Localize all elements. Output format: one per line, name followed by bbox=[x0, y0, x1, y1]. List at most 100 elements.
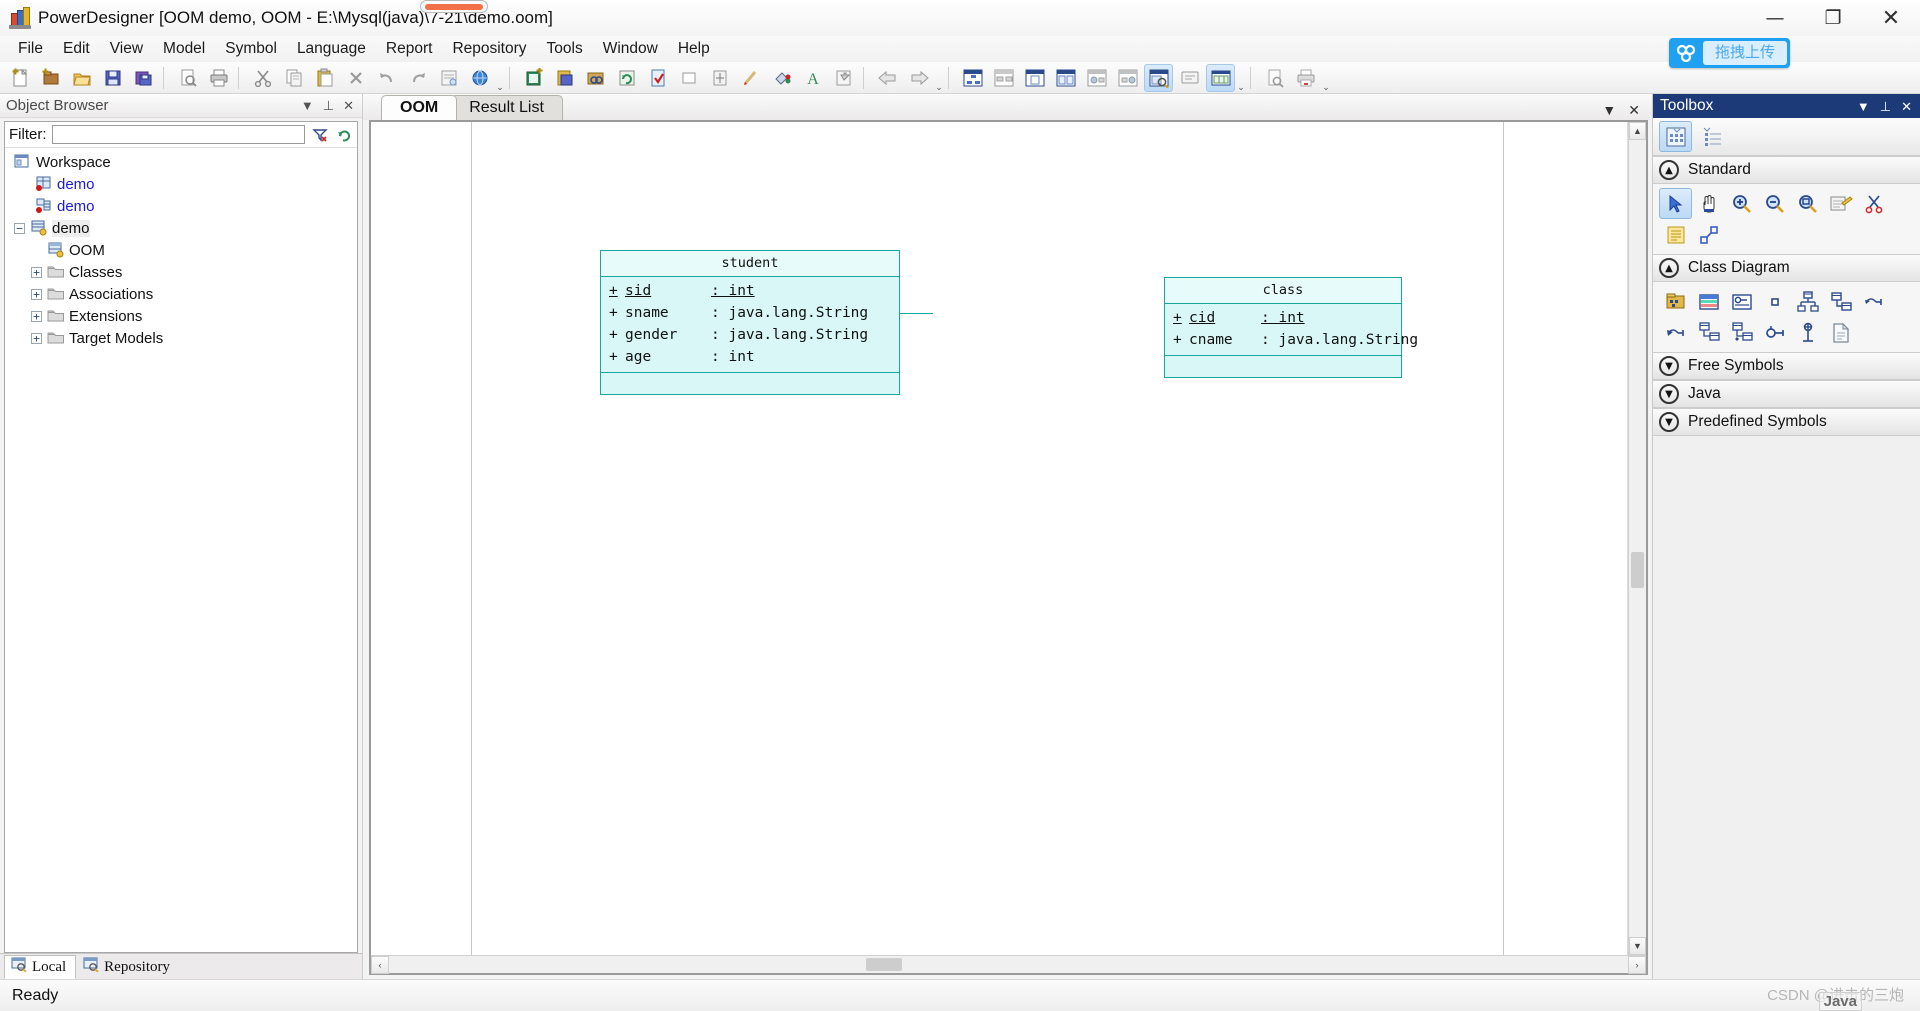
redo-icon[interactable] bbox=[403, 64, 432, 92]
scroll-down-button[interactable]: ▼ bbox=[1629, 937, 1646, 955]
package-icon[interactable] bbox=[1659, 286, 1692, 317]
print-preview-icon[interactable] bbox=[173, 64, 202, 92]
forward-icon[interactable] bbox=[904, 64, 933, 92]
clipboard-object-icon[interactable] bbox=[550, 64, 579, 92]
browser-tab-repository[interactable]: Repository bbox=[76, 955, 180, 979]
link-icon[interactable] bbox=[1692, 219, 1725, 250]
back-icon[interactable] bbox=[873, 64, 902, 92]
menu-item-window[interactable]: Window bbox=[593, 38, 668, 60]
menu-item-report[interactable]: Report bbox=[376, 38, 443, 60]
expand-expander[interactable]: + bbox=[31, 288, 42, 300]
check-model-icon[interactable] bbox=[643, 64, 672, 92]
dependency-icon[interactable] bbox=[1082, 64, 1111, 92]
diagram-tree-icon[interactable] bbox=[958, 64, 987, 92]
tree-node-demo-cdm[interactable]: demo bbox=[5, 173, 357, 195]
export-icon[interactable] bbox=[829, 64, 858, 92]
diagram-canvas[interactable]: student + sid : int + sname: java.lang.… bbox=[371, 122, 1628, 955]
cut-icon[interactable] bbox=[248, 64, 277, 92]
file-icon[interactable] bbox=[1824, 317, 1857, 348]
dependency-icon[interactable] bbox=[1857, 286, 1890, 317]
toolbox-section-class-diagram[interactable]: ▲ Class Diagram bbox=[1653, 254, 1920, 282]
palette-list-icon[interactable] bbox=[1696, 121, 1729, 152]
scroll-right-button[interactable]: › bbox=[1628, 955, 1646, 974]
zoom-area-icon[interactable] bbox=[1791, 188, 1824, 219]
find-object-icon[interactable] bbox=[581, 64, 610, 92]
maximize-button[interactable]: ❐ bbox=[1804, 0, 1862, 36]
nav-group-overflow[interactable]: ⌄ bbox=[934, 64, 944, 92]
collapse-expander[interactable]: − bbox=[14, 222, 25, 234]
print-icon[interactable] bbox=[204, 64, 233, 92]
new-diagram-icon[interactable] bbox=[1020, 64, 1049, 92]
menu-item-file[interactable]: File bbox=[8, 38, 53, 60]
canvas-horizontal-scrollbar[interactable]: ‹ › bbox=[371, 955, 1646, 974]
interface-icon[interactable] bbox=[1725, 286, 1758, 317]
impact-icon[interactable] bbox=[1113, 64, 1142, 92]
minimize-button[interactable]: — bbox=[1746, 0, 1804, 36]
copy-icon[interactable] bbox=[279, 64, 308, 92]
association-icon[interactable] bbox=[1824, 286, 1857, 317]
browser-tab-local[interactable]: Local bbox=[4, 955, 77, 979]
paste-icon[interactable] bbox=[310, 64, 339, 92]
menu-item-tools[interactable]: Tools bbox=[537, 38, 593, 60]
toolbox-section-predefined-symbols[interactable]: ▼ Predefined Symbols bbox=[1653, 408, 1920, 436]
palette-grid-icon[interactable] bbox=[1659, 121, 1692, 152]
delete-icon[interactable] bbox=[341, 64, 370, 92]
output-group-overflow[interactable]: ⌄ bbox=[1321, 64, 1331, 92]
font-color-icon[interactable]: A bbox=[798, 64, 827, 92]
print-setup-icon[interactable] bbox=[1291, 64, 1320, 92]
comment-icon[interactable] bbox=[1175, 64, 1204, 92]
properties-icon[interactable] bbox=[434, 64, 463, 92]
toolbox-section-free-symbols[interactable]: ▼ Free Symbols bbox=[1653, 352, 1920, 380]
inner-link-icon[interactable] bbox=[1791, 317, 1824, 348]
aggregation-icon[interactable] bbox=[1692, 317, 1725, 348]
tree-node-target-models[interactable]: + Target Models bbox=[5, 327, 357, 349]
grid-icon[interactable] bbox=[1206, 63, 1235, 92]
toolbox-section-standard[interactable]: ▲ Standard bbox=[1653, 156, 1920, 184]
menu-item-language[interactable]: Language bbox=[287, 38, 376, 60]
refresh-filter-icon[interactable] bbox=[334, 125, 353, 144]
association-class-icon[interactable] bbox=[1758, 317, 1791, 348]
close-icon[interactable]: ✕ bbox=[343, 99, 354, 112]
align-icon[interactable] bbox=[705, 64, 734, 92]
zoom-in-icon[interactable] bbox=[1725, 188, 1758, 219]
menu-item-edit[interactable]: Edit bbox=[53, 38, 100, 60]
brush-icon[interactable] bbox=[736, 64, 765, 92]
close-icon[interactable]: ✕ bbox=[1628, 103, 1640, 117]
realization-icon[interactable] bbox=[1659, 317, 1692, 348]
chevron-down-icon[interactable]: ▼ bbox=[301, 99, 314, 112]
new-package-icon[interactable] bbox=[36, 64, 65, 92]
menu-item-repository[interactable]: Repository bbox=[442, 38, 536, 60]
class-icon[interactable] bbox=[1692, 286, 1725, 317]
undo-icon[interactable] bbox=[372, 64, 401, 92]
composition-icon[interactable] bbox=[1725, 317, 1758, 348]
zoom-out-icon[interactable] bbox=[1758, 188, 1791, 219]
tab-oom[interactable]: OOM bbox=[381, 95, 458, 120]
tree-node-demo-oom[interactable]: − demo bbox=[5, 217, 357, 239]
open-icon[interactable] bbox=[67, 64, 96, 92]
scroll-up-button[interactable]: ▲ bbox=[1629, 122, 1646, 140]
class-symbol-student[interactable]: student + sid : int + sname: java.lang.… bbox=[600, 250, 900, 395]
tree-node-classes[interactable]: + Classes bbox=[5, 261, 357, 283]
expand-expander[interactable]: + bbox=[31, 310, 42, 322]
port-icon[interactable] bbox=[1758, 286, 1791, 317]
tree-node-oom-diagram[interactable]: OOM bbox=[5, 239, 357, 261]
tree-node-demo-pdm[interactable]: demo bbox=[5, 195, 357, 217]
note-icon[interactable] bbox=[1659, 219, 1692, 250]
diagram-flow-icon[interactable] bbox=[989, 64, 1018, 92]
toolbox-section-java[interactable]: ▼ Java bbox=[1653, 380, 1920, 408]
menu-item-help[interactable]: Help bbox=[668, 38, 720, 60]
zoom-window-icon[interactable] bbox=[1144, 63, 1173, 92]
expand-expander[interactable]: + bbox=[31, 332, 42, 344]
menu-item-symbol[interactable]: Symbol bbox=[215, 38, 287, 60]
globe-icon[interactable] bbox=[465, 64, 494, 92]
rectangle-icon[interactable] bbox=[674, 64, 703, 92]
chevron-down-icon[interactable]: ▼ bbox=[1602, 103, 1616, 117]
pointer-icon[interactable] bbox=[1659, 188, 1692, 219]
tab-result-list[interactable]: Result List bbox=[450, 95, 563, 120]
tree-node-workspace[interactable]: Workspace bbox=[5, 151, 357, 173]
pin-icon[interactable]: ⊥ bbox=[1880, 100, 1891, 113]
close-icon[interactable]: ✕ bbox=[1901, 100, 1912, 113]
filter-input[interactable] bbox=[51, 125, 305, 144]
open-properties-icon[interactable] bbox=[1824, 188, 1857, 219]
hand-grabber-icon[interactable] bbox=[1692, 188, 1725, 219]
